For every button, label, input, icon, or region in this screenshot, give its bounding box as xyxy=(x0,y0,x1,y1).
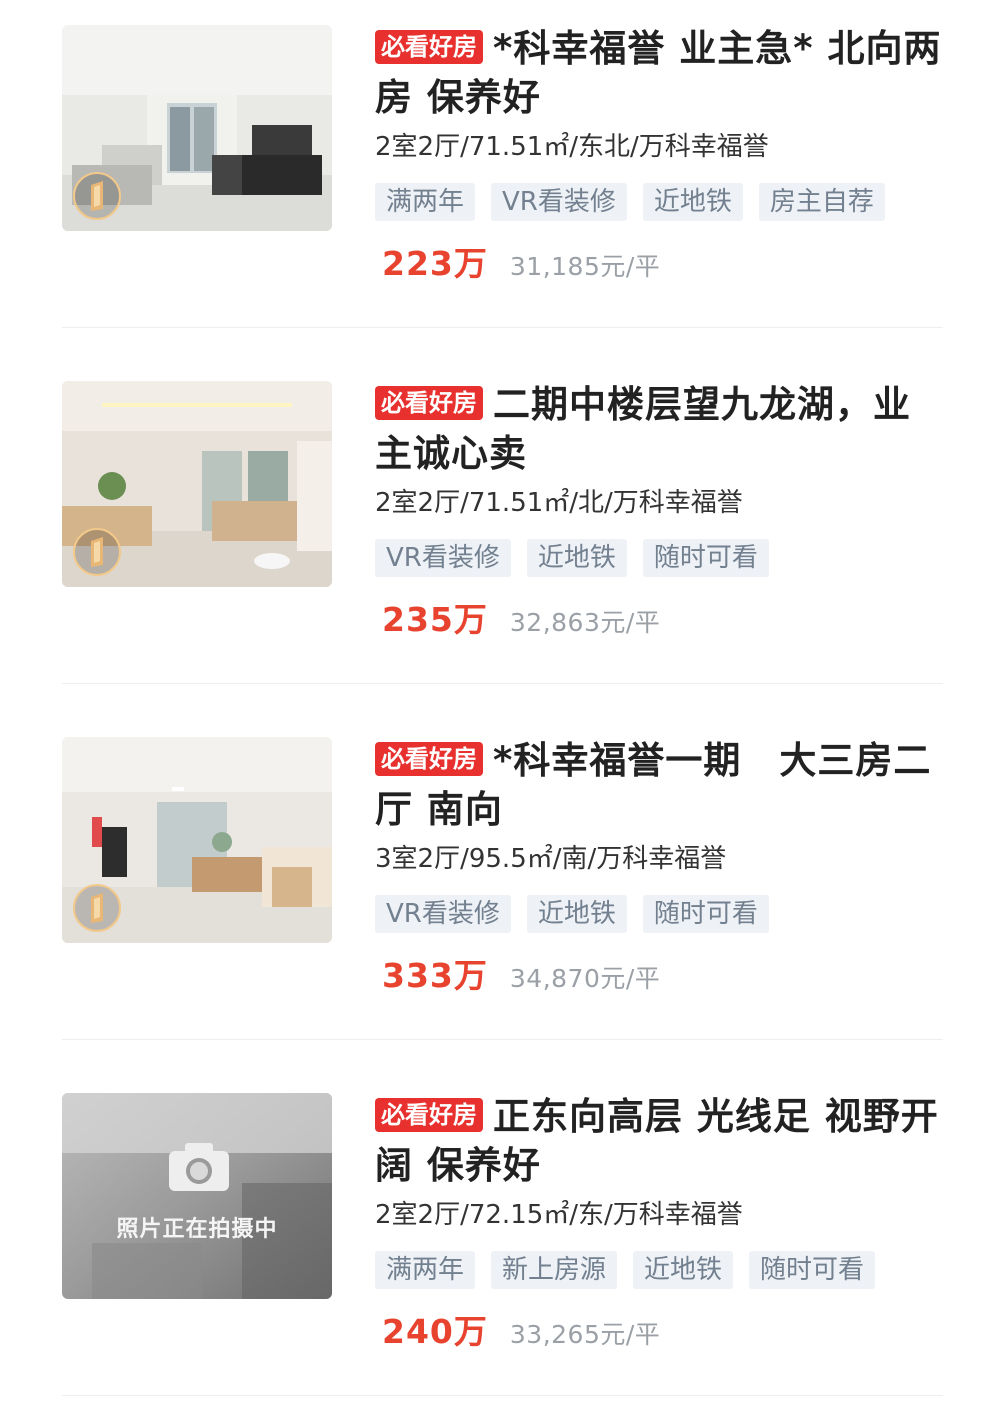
listing-meta: 2室2厅/71.51㎡/北/万科幸福誉 xyxy=(375,488,743,518)
vr-play-icon[interactable] xyxy=(72,527,122,577)
divider xyxy=(62,683,943,684)
unit-price: 33,265元/平 xyxy=(509,1320,661,1349)
tag: 近地铁 xyxy=(642,183,743,221)
listing-meta: 2室2厅/72.15㎡/东/万科幸福誉 xyxy=(375,1200,743,1230)
tag: VR看装修 xyxy=(375,539,511,577)
listing-photo-placeholder[interactable]: 照片正在拍摄中 xyxy=(62,1093,332,1299)
listing-tags: VR看装修 近地铁 随时可看 xyxy=(375,895,945,933)
price-row: 235万 32,863元/平 xyxy=(375,598,945,642)
tag: 近地铁 xyxy=(526,539,627,577)
vr-play-icon[interactable] xyxy=(72,171,122,221)
divider xyxy=(62,1395,943,1396)
listing-photo[interactable] xyxy=(62,737,332,943)
unit-price: 32,863元/平 xyxy=(509,608,661,637)
unit-price: 34,870元/平 xyxy=(509,964,661,993)
divider xyxy=(62,327,943,328)
listing-title[interactable]: 必看好房 二期中楼层望九龙湖，业主诚心卖 xyxy=(375,380,945,478)
listing-card[interactable]: 必看好房 *科幸福誉一期 大三房二厅 南向 3室2厅/95.5㎡/南/万科幸福誉 … xyxy=(0,712,1003,1068)
tag: 近地铁 xyxy=(526,895,627,933)
must-see-badge: 必看好房 xyxy=(375,386,483,420)
divider xyxy=(62,1039,943,1040)
tag: 近地铁 xyxy=(633,1251,734,1289)
listing-photo[interactable] xyxy=(62,381,332,587)
listing-title[interactable]: 必看好房 正东向高层 光线足 视野开阔 保养好 xyxy=(375,1092,945,1190)
listing-card[interactable]: 必看好房 *科幸福誉 业主急* 北向两房 保养好 2室2厅/71.51㎡/东北/万… xyxy=(0,0,1003,356)
must-see-badge: 必看好房 xyxy=(375,742,483,776)
tag: 随时可看 xyxy=(642,539,769,577)
listing-card[interactable]: 必看好房 二期中楼层望九龙湖，业主诚心卖 2室2厅/71.51㎡/北/万科幸福誉 … xyxy=(0,356,1003,712)
listing-title[interactable]: 必看好房 *科幸福誉一期 大三房二厅 南向 xyxy=(375,736,945,834)
listing-tags: 满两年 新上房源 近地铁 随时可看 xyxy=(375,1251,945,1289)
tag: VR看装修 xyxy=(491,183,627,221)
tag: 随时可看 xyxy=(749,1251,876,1289)
listing-card[interactable]: 照片正在拍摄中 必看好房 正东向高层 光线足 视野开阔 保养好 2室2厅/72.1… xyxy=(0,1068,1003,1424)
tag: 随时可看 xyxy=(642,895,769,933)
total-price: 333万 xyxy=(382,956,488,995)
listing-meta: 2室2厅/71.51㎡/东北/万科幸福誉 xyxy=(375,132,769,162)
must-see-badge: 必看好房 xyxy=(375,30,483,64)
tag: 新上房源 xyxy=(491,1251,618,1289)
listing-tags: 满两年 VR看装修 近地铁 房主自荐 xyxy=(375,183,945,221)
tag: 满两年 xyxy=(375,183,476,221)
must-see-badge: 必看好房 xyxy=(375,1098,483,1132)
listing-meta: 3室2厅/95.5㎡/南/万科幸福誉 xyxy=(375,844,727,874)
tag: 房主自荐 xyxy=(758,183,885,221)
tag: 满两年 xyxy=(375,1251,476,1289)
price-row: 240万 33,265元/平 xyxy=(375,1310,945,1354)
total-price: 223万 xyxy=(382,244,488,283)
unit-price: 31,185元/平 xyxy=(509,252,661,281)
price-row: 223万 31,185元/平 xyxy=(375,242,945,286)
listing-photo[interactable] xyxy=(62,25,332,231)
tag: VR看装修 xyxy=(375,895,511,933)
listing-tags: VR看装修 近地铁 随时可看 xyxy=(375,539,945,577)
total-price: 240万 xyxy=(382,1312,488,1351)
vr-play-icon[interactable] xyxy=(72,883,122,933)
listing-title[interactable]: 必看好房 *科幸福誉 业主急* 北向两房 保养好 xyxy=(375,24,945,122)
photo-pending-text: 照片正在拍摄中 xyxy=(116,1217,278,1242)
total-price: 235万 xyxy=(382,600,488,639)
price-row: 333万 34,870元/平 xyxy=(375,954,945,998)
